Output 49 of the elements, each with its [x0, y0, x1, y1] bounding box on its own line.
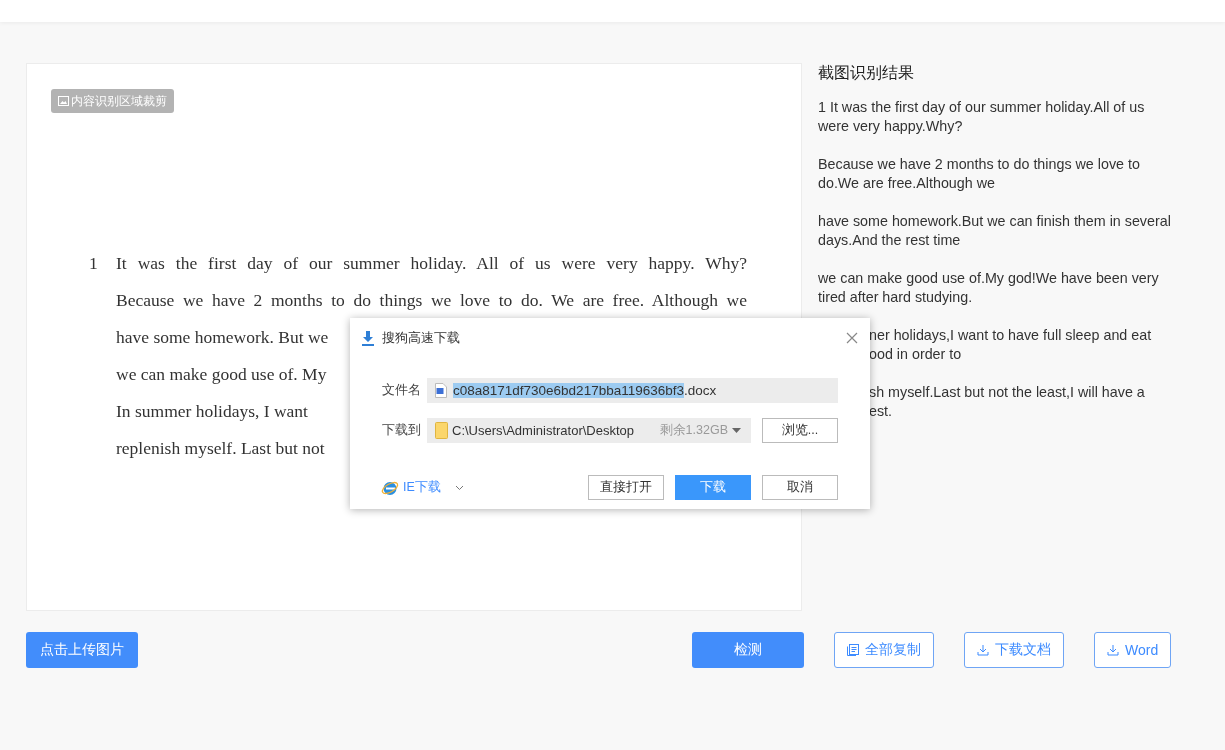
- chevron-down-icon: [454, 484, 464, 491]
- download-icon: [1107, 644, 1119, 656]
- result-text-line: sh myself.Last but not the least,I will have a: [869, 383, 1146, 402]
- document-icon: [847, 644, 859, 656]
- paragraph-number: 1: [89, 252, 99, 275]
- result-text-line: do.We are free.Although we: [818, 174, 996, 193]
- upload-image-button[interactable]: 点击上传图片: [26, 632, 138, 668]
- dialog-title: 搜狗高速下载: [382, 329, 460, 347]
- crop-badge[interactable]: 内容识别区域裁剪: [51, 89, 174, 113]
- result-text-line: were very happy.Why?: [818, 117, 964, 136]
- result-text-line: Because we have 2 months to do things we love to: [818, 155, 1141, 174]
- image-icon: [58, 96, 69, 106]
- document-line: Because we have 2 months to do things we love to do. We are free. Although we: [116, 289, 747, 312]
- result-text-line: est.: [869, 402, 894, 421]
- close-icon[interactable]: [846, 332, 858, 344]
- result-text-line: 1 It was the first day of our summer holiday.All of us: [818, 98, 1146, 117]
- download-button[interactable]: 下载文档: [964, 632, 1064, 668]
- document-line: have some homework. But we: [116, 326, 329, 349]
- path-dropdown[interactable]: C:\Users\Administrator\Desktop 剩余1.32GB: [427, 418, 751, 443]
- download-button[interactable]: Word: [1094, 632, 1172, 668]
- file-name-field[interactable]: c08a8171df730e6bd217bba119636bf3.docx: [427, 378, 838, 403]
- download-confirm-button[interactable]: 下载: [675, 475, 751, 500]
- file-name-text: c08a8171df730e6bd217bba119636bf3.docx: [453, 383, 717, 398]
- result-text-line: have some homework.But we can finish them in several: [818, 212, 1172, 231]
- folder-icon: [435, 422, 448, 439]
- dialog-button[interactable]: 取消: [762, 475, 838, 500]
- free-space-text: 剩余1.32GB: [659, 422, 728, 439]
- file-icon: [435, 383, 447, 398]
- result-text-line: we can make good use of.My god!We have been very: [818, 269, 1160, 288]
- ie-download-link[interactable]: IE下载: [381, 478, 464, 497]
- field-label: 下载到: [382, 422, 422, 439]
- detect-button[interactable]: 检测: [692, 632, 804, 668]
- document-line: In summer holidays, I want: [116, 400, 308, 423]
- browse-button[interactable]: 浏览...: [762, 418, 838, 443]
- dialog-button[interactable]: 直接打开: [588, 475, 664, 500]
- download-icon: [361, 330, 375, 346]
- result-text-line: days.And the rest time: [818, 231, 962, 250]
- document-line: replenish myself. Last but not: [116, 437, 325, 460]
- copy-all-button[interactable]: 全部复制: [834, 632, 934, 668]
- result-text-line: ner holidays,I want to have full sleep and eat: [869, 326, 1153, 345]
- result-title: 截图识别结果: [818, 63, 915, 83]
- result-text-line: ood in order to: [869, 345, 963, 364]
- download-icon: [977, 644, 989, 656]
- document-line: we can make good use of. My: [116, 363, 327, 386]
- badge-label: 内容识别区域裁剪: [71, 92, 167, 110]
- caret-icon: [732, 428, 741, 433]
- document-line: It was the first day of our summer holiday. All of us were very happy. Why?: [116, 252, 747, 275]
- field-label: 文件名: [382, 382, 422, 399]
- result-text-line: tired after hard studying.: [818, 288, 974, 307]
